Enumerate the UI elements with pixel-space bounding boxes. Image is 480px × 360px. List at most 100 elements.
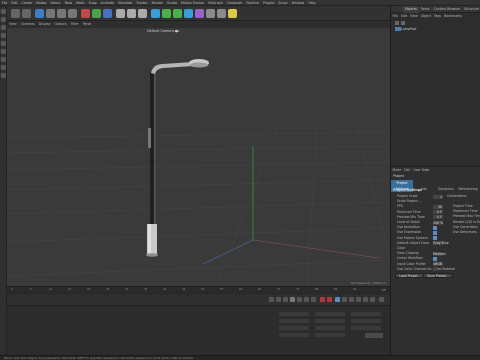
edges-mode-icon[interactable] bbox=[1, 33, 6, 38]
param-key-icon[interactable] bbox=[363, 297, 368, 302]
points-mode-icon[interactable] bbox=[1, 25, 6, 30]
move-icon[interactable] bbox=[46, 9, 55, 18]
camera-icon[interactable] bbox=[217, 9, 226, 18]
undo-icon[interactable] bbox=[11, 9, 20, 18]
coordinate-mode-select[interactable] bbox=[279, 333, 309, 337]
play-icon[interactable] bbox=[290, 297, 295, 302]
filter-icon[interactable] bbox=[401, 21, 405, 25]
make-editable-icon[interactable] bbox=[1, 9, 6, 14]
setting-value[interactable]: Medium bbox=[433, 251, 446, 256]
record-icon[interactable] bbox=[320, 297, 325, 302]
position-x-field[interactable] bbox=[279, 312, 309, 316]
setting-value[interactable]: 0 F bbox=[433, 210, 443, 215]
scale-key-icon[interactable] bbox=[356, 297, 361, 302]
object-menu-edit[interactable]: Edit bbox=[399, 13, 408, 20]
y-axis-icon[interactable] bbox=[92, 9, 101, 18]
setting-value[interactable]: sRGB bbox=[433, 262, 443, 267]
scale-icon[interactable] bbox=[57, 9, 66, 18]
viewport[interactable]: Default Camera ●▸ Grid Spacing : 1000 cm bbox=[7, 28, 390, 286]
select-icon[interactable] bbox=[35, 9, 44, 18]
tab-takes[interactable]: Takes bbox=[419, 6, 432, 13]
cloner-icon[interactable] bbox=[184, 9, 193, 18]
texture-mode-icon[interactable] bbox=[1, 49, 6, 54]
attribute-tab-dynamics[interactable]: Dynamics bbox=[435, 186, 457, 192]
floor-icon[interactable] bbox=[206, 9, 215, 18]
setting-value[interactable]: 100 % bbox=[433, 220, 443, 225]
tab-objects[interactable]: Objects bbox=[402, 6, 419, 13]
size-y-field[interactable] bbox=[315, 319, 345, 323]
position-key-icon[interactable] bbox=[342, 297, 347, 302]
rotate-icon[interactable] bbox=[68, 9, 77, 18]
keyframe-selection-icon[interactable] bbox=[335, 297, 340, 302]
position-z-field[interactable] bbox=[279, 326, 309, 330]
solo-icon[interactable] bbox=[1, 73, 6, 78]
attribute-tab-referencing[interactable]: Referencing bbox=[457, 186, 479, 192]
setting-checkbox[interactable] bbox=[433, 230, 437, 235]
next-frame-icon[interactable] bbox=[297, 297, 302, 302]
object-menu-bookmarks[interactable]: Bookmarks bbox=[443, 13, 464, 20]
workplane-icon[interactable] bbox=[1, 65, 6, 70]
setting-value[interactable]: 30 bbox=[433, 204, 443, 209]
attribute-menu-mode[interactable]: Mode bbox=[391, 167, 403, 173]
go-to-end-icon[interactable] bbox=[311, 297, 316, 302]
rotation-b-field[interactable] bbox=[351, 326, 381, 330]
cube-icon[interactable] bbox=[151, 9, 160, 18]
previous-frame-icon[interactable] bbox=[283, 297, 288, 302]
rotation-h-field[interactable] bbox=[351, 312, 381, 316]
attribute-menu-edit[interactable]: Edit bbox=[403, 167, 412, 173]
redo-icon[interactable] bbox=[22, 9, 31, 18]
rotation-key-icon[interactable] bbox=[349, 297, 354, 302]
render-settings-icon[interactable] bbox=[138, 9, 147, 18]
light-icon[interactable] bbox=[228, 9, 237, 18]
rotation-p-field[interactable] bbox=[351, 319, 381, 323]
viewport-menu-cameras[interactable]: Cameras bbox=[19, 21, 37, 28]
setting-checkbox[interactable] bbox=[433, 256, 437, 261]
viewport-menu-options[interactable]: Options bbox=[53, 21, 69, 28]
go-to-start-icon[interactable] bbox=[269, 297, 274, 302]
next-key-icon[interactable] bbox=[304, 297, 309, 302]
render-picture-icon[interactable] bbox=[127, 9, 136, 18]
subdivision-icon[interactable] bbox=[173, 9, 182, 18]
setting-unit[interactable]: Centimeters bbox=[447, 194, 467, 199]
pen-icon[interactable] bbox=[162, 9, 171, 18]
setting-checkbox[interactable] bbox=[433, 225, 437, 230]
object-row-lamp-post[interactable]: LampPost bbox=[395, 26, 480, 32]
deformer-icon[interactable] bbox=[195, 9, 204, 18]
previous-key-icon[interactable] bbox=[276, 297, 281, 302]
viewport-menu-view[interactable]: View bbox=[7, 21, 19, 28]
autokey-icon[interactable] bbox=[327, 297, 332, 302]
snap-icon[interactable] bbox=[1, 57, 6, 62]
load-preset-button[interactable]: Load Preset... bbox=[395, 273, 425, 278]
object-menu-file[interactable]: File bbox=[391, 13, 399, 20]
viewport-menu-display[interactable]: Display bbox=[37, 21, 53, 28]
object-menu-view[interactable]: View bbox=[409, 13, 420, 20]
z-axis-icon[interactable] bbox=[103, 9, 112, 18]
object-menu-tags[interactable]: Tags bbox=[433, 13, 443, 20]
size-z-field[interactable] bbox=[315, 326, 345, 330]
camera-label[interactable]: Default Camera ●▸ bbox=[147, 29, 180, 33]
timeline[interactable]: 0 5 10 15 20 25 30 35 40 45 50 55 60 65 70 75 80 85 90 0 F bbox=[7, 286, 390, 295]
search-icon[interactable] bbox=[395, 21, 399, 25]
lamp-post-model[interactable] bbox=[146, 59, 209, 257]
apply-button[interactable] bbox=[365, 333, 383, 338]
size-x-field[interactable] bbox=[315, 312, 345, 316]
object-menu-object[interactable]: Object bbox=[419, 13, 432, 20]
point-level-icon[interactable] bbox=[370, 297, 375, 302]
setting-value[interactable]: Gray Blue bbox=[433, 241, 449, 246]
viewport-menu-panel[interactable]: Panel bbox=[81, 21, 94, 28]
tab-content-browser[interactable]: Content Browser bbox=[432, 6, 463, 13]
size-mode-select[interactable] bbox=[315, 333, 345, 337]
setting-value[interactable]: 0 F bbox=[433, 215, 443, 220]
position-y-field[interactable] bbox=[279, 319, 309, 323]
x-axis-icon[interactable] bbox=[81, 9, 90, 18]
setting-checkbox[interactable] bbox=[433, 236, 437, 241]
save-preset-button[interactable]: Save Preset... bbox=[423, 273, 453, 278]
axis-icon[interactable] bbox=[1, 17, 6, 22]
timeline-menu-icon[interactable] bbox=[379, 297, 384, 302]
render-view-icon[interactable] bbox=[116, 9, 125, 18]
viewport-menu-filter[interactable]: Filter bbox=[69, 21, 81, 28]
polygons-mode-icon[interactable] bbox=[1, 41, 6, 46]
attribute-menu-user-data[interactable]: User Data bbox=[412, 167, 431, 173]
setting-checkbox[interactable] bbox=[433, 267, 437, 272]
setting-value[interactable]: 1 bbox=[433, 194, 443, 199]
